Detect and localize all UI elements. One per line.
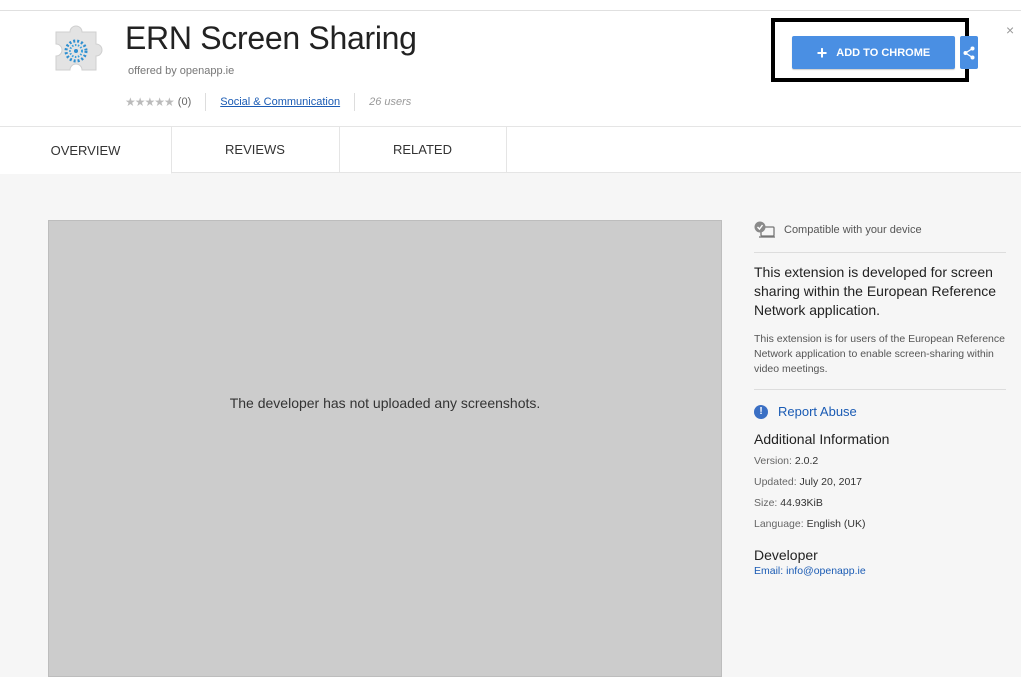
email-link[interactable]: info@openapp.ie	[786, 565, 866, 577]
language-value: English (UK)	[806, 518, 866, 530]
report-abuse-label: Report Abuse	[778, 404, 857, 419]
extension-summary: This extension is developed for screen s…	[754, 264, 997, 318]
tab-reviews[interactable]: REVIEWS	[171, 127, 340, 172]
share-button[interactable]	[960, 36, 978, 69]
exclamation-icon: !	[754, 404, 768, 419]
meta-separator	[205, 93, 207, 111]
updated-value: July 20, 2017	[799, 476, 863, 488]
compatibility-text: Compatible with your device	[784, 224, 922, 236]
report-abuse-link[interactable]: ! Report Abuse	[754, 404, 1006, 419]
compatibility-status: Compatible with your device	[754, 220, 1006, 240]
additional-info-heading: Additional Information	[754, 431, 890, 447]
language-label: Language:	[754, 518, 804, 530]
meta-row: ★★★★★ (0) Social & Communication 26 user…	[125, 93, 412, 111]
sidebar-divider	[754, 252, 1006, 253]
close-icon[interactable]: ×	[1006, 22, 1014, 38]
version-label: Version:	[754, 455, 792, 467]
share-icon	[963, 46, 975, 59]
screenshot-placeholder: The developer has not uploaded any scree…	[48, 220, 722, 677]
version-value: 2.0.2	[794, 455, 819, 467]
updated-row: Updated: July 20, 2017	[754, 472, 1006, 493]
email-label: Email:	[754, 565, 784, 577]
tab-overview[interactable]: OVERVIEW	[0, 127, 172, 174]
category-link[interactable]: Social & Communication	[220, 96, 340, 108]
plus-icon: +	[816, 42, 828, 63]
version-row: Version: 2.0.2	[754, 451, 1006, 472]
tab-related[interactable]: RELATED	[339, 127, 507, 172]
page-title: ERN Screen Sharing	[125, 20, 417, 56]
tab-related-label: RELATED	[393, 142, 452, 157]
device-check-icon	[754, 221, 775, 238]
puzzle-piece-icon	[48, 18, 110, 80]
no-screenshots-message: The developer has not uploaded any scree…	[229, 395, 541, 411]
tab-overview-label: OVERVIEW	[50, 142, 121, 158]
updated-label: Updated:	[754, 476, 797, 488]
offered-by: offered by openapp.ie	[128, 65, 235, 77]
user-count: 26 users	[369, 96, 412, 108]
size-value: 44.93KiB	[780, 497, 823, 509]
details-sidebar: Compatible with your device This extensi…	[754, 220, 1006, 577]
top-divider	[0, 10, 1021, 11]
language-row: Language: English (UK)	[754, 514, 1006, 535]
tab-reviews-label: REVIEWS	[225, 142, 285, 157]
rating-stars[interactable]: ★★★★★	[125, 95, 175, 109]
developer-heading: Developer	[754, 547, 818, 563]
tab-bar: OVERVIEW REVIEWS RELATED	[0, 126, 1021, 174]
size-label: Size:	[754, 497, 778, 509]
meta-separator	[354, 93, 356, 111]
extension-description: This extension is for users of the Europ…	[754, 333, 1005, 375]
add-to-chrome-label: ADD TO CHROME	[836, 46, 931, 59]
sidebar-divider	[754, 389, 1006, 390]
rating-count: (0)	[177, 96, 192, 108]
developer-email: Email: info@openapp.ie	[754, 565, 1006, 577]
add-to-chrome-button[interactable]: + ADD TO CHROME	[792, 36, 955, 69]
size-row: Size: 44.93KiB	[754, 493, 1006, 514]
